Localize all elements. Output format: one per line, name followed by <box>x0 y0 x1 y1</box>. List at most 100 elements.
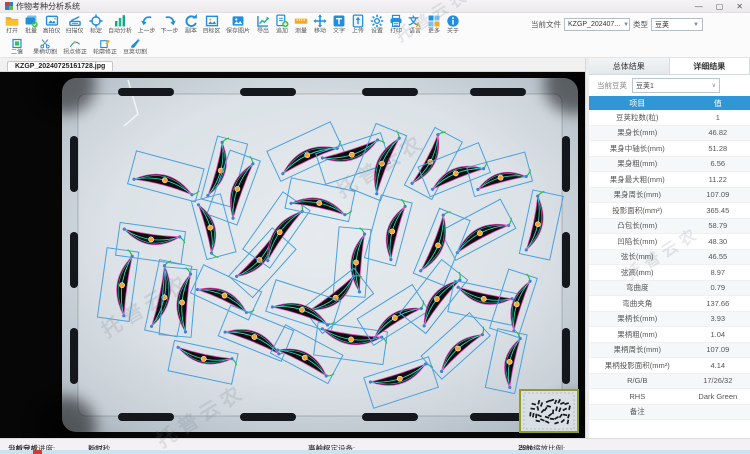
toolbar-button-label: 二值 <box>11 49 23 56</box>
measure-icon <box>294 14 308 28</box>
toolbar-button-label: 下一步 <box>161 28 179 35</box>
toolbar-button-label: 豆荚切割 <box>123 49 147 56</box>
row-item: 投影面积(mm²) <box>589 203 686 218</box>
analyze-icon <box>113 14 127 28</box>
toolbar-button-print[interactable]: 打印 <box>387 14 404 36</box>
toolbar-button-target[interactable]: 目标区 <box>201 14 222 36</box>
toolbar-button-settings[interactable]: 设置 <box>368 14 385 36</box>
more-icon <box>427 14 441 28</box>
toolbar-button-about[interactable]: 关于 <box>444 14 461 36</box>
toolbar-button-prev[interactable]: 上一步 <box>136 14 157 36</box>
row-value: Dark Green <box>686 389 750 404</box>
navigator-thumbnail[interactable] <box>520 390 578 432</box>
table-row[interactable]: 果柄周长(mm)107.09 <box>589 343 750 359</box>
toolbar-button-open[interactable]: 打开 <box>3 14 20 36</box>
close-button[interactable]: ✕ <box>736 0 743 13</box>
toolbar-button-batch[interactable]: 批量 <box>22 14 39 36</box>
current-file-select[interactable]: KZGP_202407... ▼ <box>564 18 630 31</box>
row-item: 弦长(mm) <box>589 250 686 265</box>
header-value-column: 值 <box>686 96 750 110</box>
table-row[interactable]: 果柄长(mm)3.93 <box>589 312 750 328</box>
row-value: 1 <box>686 110 750 125</box>
toolbar-button-label: 打印 <box>390 28 402 35</box>
podcut-icon <box>129 38 141 49</box>
row-value: 51.28 <box>686 141 750 156</box>
edit-button-binary[interactable]: 二值 <box>5 38 29 57</box>
row-value <box>686 405 750 420</box>
row-item: 果身周长(mm) <box>589 188 686 203</box>
table-row[interactable]: 凸包长(mm)58.79 <box>589 219 750 235</box>
toolbar-button-next[interactable]: 下一步 <box>159 14 180 36</box>
inflection-icon <box>69 38 81 49</box>
toolbar-button-append[interactable]: 追加 <box>273 14 290 36</box>
table-row[interactable]: 果身中轴长(mm)51.28 <box>589 141 750 157</box>
table-row[interactable]: 果柄投影面积(mm²)4.14 <box>589 358 750 374</box>
table-row[interactable]: 弦高(mm)8.97 <box>589 265 750 281</box>
table-row[interactable]: 豆荚粒数(粒)1 <box>589 110 750 126</box>
table-row[interactable]: 果身粗(mm)6.56 <box>589 157 750 173</box>
table-row[interactable]: 弯曲夹角137.66 <box>589 296 750 312</box>
table-row[interactable]: 果柄粗(mm)1.04 <box>589 327 750 343</box>
type-select[interactable]: 豆荚 ▼ <box>651 18 703 31</box>
chevron-down-icon: ∨ <box>709 82 716 89</box>
toolbar-button-copy[interactable]: 副本 <box>182 14 199 36</box>
toolbar-button-label: 导出 <box>257 28 269 35</box>
table-row[interactable]: 果身周长(mm)107.09 <box>589 188 750 204</box>
table-row[interactable]: RHSDark Green <box>589 389 750 405</box>
row-value: 48.30 <box>686 234 750 249</box>
toolbar-button-label: 设置 <box>371 28 383 35</box>
toolbar-button-language[interactable]: 文A语言 <box>406 14 423 36</box>
toolbar-button-label: 拐点修正 <box>63 49 87 56</box>
row-value: 58.79 <box>686 219 750 234</box>
toolbar-button-export[interactable]: 导出 <box>254 14 271 36</box>
contour-icon <box>99 38 111 49</box>
toolbar-button-analyze[interactable]: 自动分析 <box>106 14 134 36</box>
toolbar-button-label: 测量 <box>295 28 307 35</box>
settings-icon <box>370 14 384 28</box>
toolbar-button-saveimg[interactable]: 保存图片 <box>224 14 252 36</box>
row-item: 果身最大粗(mm) <box>589 172 686 187</box>
row-item: 弯曲夹角 <box>589 296 686 311</box>
edit-button-inflection[interactable]: 拐点修正 <box>61 38 89 57</box>
table-row[interactable]: 投影面积(mm²)365.45 <box>589 203 750 219</box>
logo-fragment <box>33 450 42 454</box>
edit-button-podcut[interactable]: 豆荚切割 <box>121 38 149 57</box>
toolbar-button-move[interactable]: 移动 <box>311 14 328 36</box>
table-row[interactable]: 弯曲度0.79 <box>589 281 750 297</box>
edit-button-contour[interactable]: 轮廓修正 <box>91 38 119 57</box>
current-pod-select[interactable]: 豆荚1 ∨ <box>632 78 720 93</box>
row-value: 17/26/32 <box>686 374 750 389</box>
toolbar-button-label: 文字 <box>333 28 345 35</box>
toolbar-button-label: 上传 <box>352 28 364 35</box>
minimize-button[interactable]: — <box>695 0 703 13</box>
maximize-button[interactable]: ▢ <box>716 0 724 13</box>
toolbar-button-scanner[interactable]: 扫描仪 <box>64 14 85 36</box>
document-tab[interactable]: KZGP_20240725161728.jpg <box>7 61 113 71</box>
export-icon <box>256 14 270 28</box>
table-row[interactable]: 备注 <box>589 405 750 421</box>
language-icon: 文A <box>408 14 422 28</box>
toolbar-button-text[interactable]: 文字 <box>330 14 347 36</box>
table-row[interactable]: 弦长(mm)46.55 <box>589 250 750 266</box>
analysis-image[interactable] <box>0 72 585 438</box>
window-title: 作物考种分析系统 <box>16 1 80 12</box>
toolbar-button-more[interactable]: 更多 <box>425 14 442 36</box>
table-row[interactable]: 果身最大粗(mm)11.22 <box>589 172 750 188</box>
toolbar-button-label: 轮廓修正 <box>93 49 117 56</box>
toolbar-button-doccam[interactable]: 高拍仪 <box>41 14 62 36</box>
results-tab-1[interactable]: 详细结果 <box>670 58 750 74</box>
results-tab-0[interactable]: 总体结果 <box>589 58 670 74</box>
print-icon <box>389 14 403 28</box>
toolbar-button-calibrate[interactable]: 标定 <box>87 14 104 36</box>
toolbar-button-measure[interactable]: 测量 <box>292 14 309 36</box>
row-value: 8.97 <box>686 265 750 280</box>
table-row[interactable]: 凹陷长(mm)48.30 <box>589 234 750 250</box>
table-row[interactable]: R/G/B17/26/32 <box>589 374 750 390</box>
table-row[interactable]: 果身长(mm)46.82 <box>589 126 750 142</box>
edit-button-stemcut[interactable]: 果柄切割 <box>31 38 59 57</box>
image-viewer[interactable] <box>0 72 585 438</box>
toolbar-button-upload[interactable]: 上传 <box>349 14 366 36</box>
results-table-body: 豆荚粒数(粒)1果身长(mm)46.82果身中轴长(mm)51.28果身粗(mm… <box>589 110 750 438</box>
row-item: R/G/B <box>589 374 686 389</box>
toolbar-button-label: 打开 <box>6 28 18 35</box>
